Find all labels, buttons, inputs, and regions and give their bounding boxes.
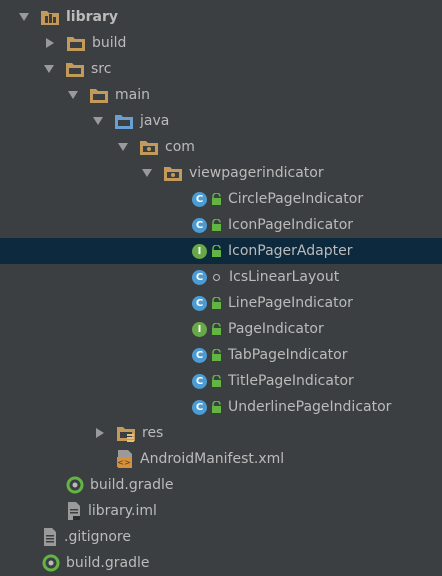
tree-label: .gitignore bbox=[64, 529, 131, 545]
collapse-arrow-icon[interactable] bbox=[19, 13, 29, 21]
tree-label: TitlePageIndicator bbox=[228, 373, 354, 389]
tree-label: res bbox=[142, 425, 164, 441]
tree-node-class[interactable]: C TitlePageIndicator bbox=[0, 368, 442, 394]
tree-label: PageIndicator bbox=[228, 321, 324, 337]
tree-label: library.iml bbox=[88, 503, 157, 519]
expand-arrow-icon[interactable] bbox=[46, 38, 54, 48]
tree-node-gitignore[interactable]: .gitignore bbox=[0, 524, 442, 550]
tree-node-manifest[interactable]: <> AndroidManifest.xml bbox=[0, 446, 442, 472]
tree-node-interface[interactable]: I PageIndicator bbox=[0, 316, 442, 342]
tree-node-build-gradle[interactable]: build.gradle bbox=[0, 472, 442, 498]
resources-folder-icon bbox=[116, 424, 136, 442]
lock-icon bbox=[211, 323, 222, 335]
folder-icon bbox=[89, 86, 109, 104]
tree-label: build.gradle bbox=[90, 477, 174, 493]
tree-label: TabPageIndicator bbox=[228, 347, 348, 363]
tree-node-root-build-gradle[interactable]: build.gradle bbox=[0, 550, 442, 576]
tree-node-class[interactable]: C LinePageIndicator bbox=[0, 290, 442, 316]
tree-node-class[interactable]: C IconPageIndicator bbox=[0, 212, 442, 238]
tree-node-main[interactable]: main bbox=[0, 82, 442, 108]
lock-icon bbox=[211, 401, 222, 413]
tree-label: main bbox=[115, 87, 150, 103]
tree-node-class[interactable]: C CirclePageIndicator bbox=[0, 186, 442, 212]
class-icon: C bbox=[192, 269, 207, 285]
tree-label: IconPagerAdapter bbox=[228, 243, 353, 259]
tree-node-class[interactable]: C TabPageIndicator bbox=[0, 342, 442, 368]
tree-label: java bbox=[140, 113, 170, 129]
xml-file-icon: <> bbox=[116, 449, 134, 469]
tree-node-class[interactable]: C IcsLinearLayout bbox=[0, 264, 442, 290]
tree-label: src bbox=[91, 61, 112, 77]
tree-node-build[interactable]: build bbox=[0, 30, 442, 56]
tree-node-src[interactable]: src bbox=[0, 56, 442, 82]
lock-icon bbox=[211, 219, 222, 231]
lock-icon bbox=[211, 193, 222, 205]
tree-node-java[interactable]: java bbox=[0, 108, 442, 134]
interface-icon: I bbox=[192, 321, 207, 337]
lock-icon bbox=[211, 297, 222, 309]
tree-label: CirclePageIndicator bbox=[228, 191, 364, 207]
class-icon: C bbox=[192, 373, 207, 389]
tree-label: build.gradle bbox=[66, 555, 150, 571]
class-icon: C bbox=[192, 217, 207, 233]
class-icon: C bbox=[192, 191, 207, 207]
collapse-arrow-icon[interactable] bbox=[118, 143, 128, 151]
class-icon: C bbox=[192, 295, 207, 311]
tree-label: IconPageIndicator bbox=[228, 217, 354, 233]
class-icon: C bbox=[192, 347, 207, 363]
lock-icon bbox=[211, 375, 222, 387]
tree-label: build bbox=[92, 35, 127, 51]
collapse-arrow-icon[interactable] bbox=[142, 169, 152, 177]
class-icon: C bbox=[192, 399, 207, 415]
tree-label: com bbox=[165, 139, 195, 155]
interface-icon: I bbox=[192, 243, 207, 259]
module-folder-icon bbox=[40, 8, 60, 26]
lock-icon bbox=[211, 349, 222, 361]
tree-label: IcsLinearLayout bbox=[229, 269, 340, 285]
tree-label: AndroidManifest.xml bbox=[140, 451, 285, 467]
tree-node-interface-selected[interactable]: I IconPagerAdapter bbox=[0, 238, 442, 264]
tree-label: library bbox=[66, 9, 119, 25]
package-icon bbox=[139, 138, 159, 156]
tree-node-viewpagerindicator[interactable]: viewpagerindicator bbox=[0, 160, 442, 186]
expand-arrow-icon[interactable] bbox=[96, 428, 104, 438]
tree-node-com[interactable]: com bbox=[0, 134, 442, 160]
gradle-icon bbox=[42, 554, 60, 572]
collapse-arrow-icon[interactable] bbox=[44, 65, 54, 73]
tree-label: viewpagerindicator bbox=[189, 165, 324, 181]
source-folder-icon bbox=[114, 112, 134, 130]
tree-node-library-iml[interactable]: library.iml bbox=[0, 498, 442, 524]
gradle-icon bbox=[66, 476, 84, 494]
collapse-arrow-icon[interactable] bbox=[93, 117, 103, 125]
tree-node-class[interactable]: C UnderlinePageIndicator bbox=[0, 394, 442, 420]
folder-icon bbox=[66, 34, 86, 52]
collapse-arrow-icon[interactable] bbox=[68, 91, 78, 99]
tree-node-res[interactable]: res bbox=[0, 420, 442, 446]
package-icon bbox=[163, 164, 183, 182]
folder-icon bbox=[65, 60, 85, 78]
tree-label: LinePageIndicator bbox=[228, 295, 353, 311]
file-icon bbox=[66, 501, 82, 521]
package-private-icon bbox=[213, 273, 220, 281]
project-tree: library build src main java com viewpage… bbox=[0, 0, 442, 572]
tree-label: UnderlinePageIndicator bbox=[228, 399, 392, 415]
tree-node-library[interactable]: library bbox=[0, 4, 442, 30]
svg-text:<>: <> bbox=[117, 458, 130, 467]
lock-icon bbox=[211, 245, 222, 257]
text-file-icon bbox=[42, 527, 58, 547]
